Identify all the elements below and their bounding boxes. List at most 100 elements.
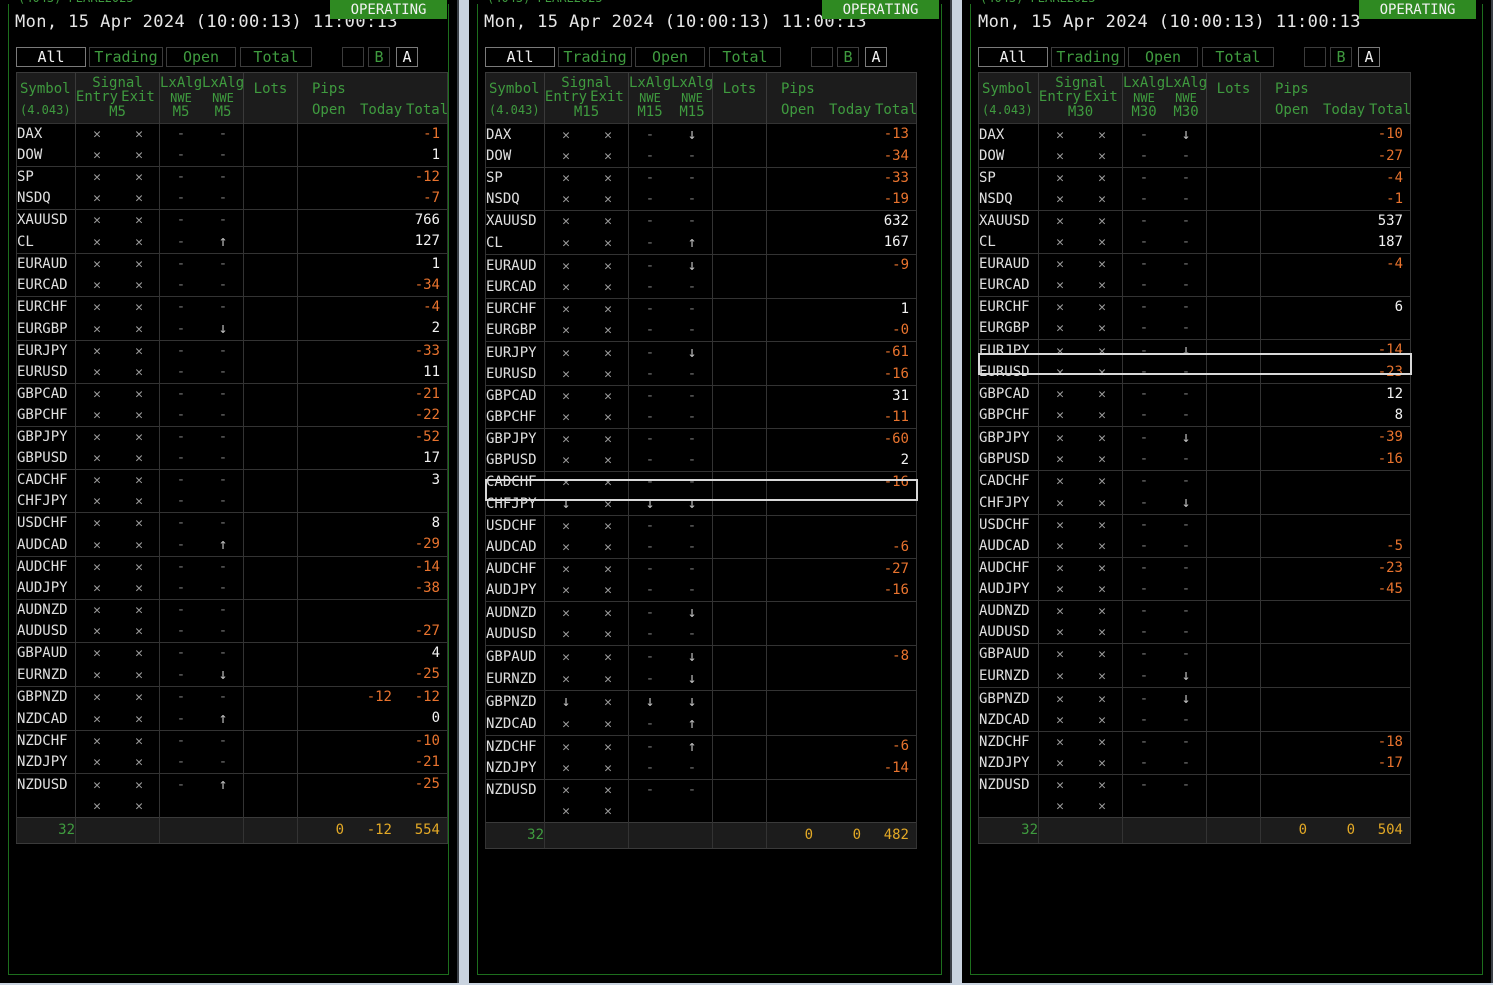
table-row[interactable]: AUDCAD ✕ ✕ - ↑ -29 (16, 534, 448, 557)
table-row[interactable]: EURUSD ✕ ✕ - -11 (16, 362, 448, 384)
filter-trading-button[interactable]: Trading (558, 47, 632, 67)
table-row[interactable]: EURCAD ✕ ✕ - - -34 (16, 275, 448, 297)
side-a-button[interactable]: A (396, 47, 418, 67)
table-row[interactable]: NZDUSD ✕ ✕ - - (485, 779, 917, 801)
table-row[interactable]: GBPCAD ✕ ✕ - -31 (485, 385, 917, 407)
table-row[interactable]: NZDUSD ✕ ✕ - - (978, 774, 1411, 796)
table-row[interactable]: EURAUD ✕ ✕ - ↓ -9 (485, 254, 917, 277)
table-row[interactable]: ✕ ✕ (485, 801, 917, 823)
table-row[interactable]: USDCHF ✕ ✕ - -8 (16, 512, 448, 534)
side-b-button[interactable]: B (837, 47, 859, 67)
table-row[interactable]: SP ✕ ✕ - - -33 (485, 167, 917, 189)
table-row[interactable]: NZDCHF ✕ ✕ - - -10 (16, 730, 448, 752)
table-row[interactable]: EURGBP ✕ ✕ - ↓ 2 (16, 318, 448, 341)
table-row[interactable]: AUDNZD ✕ ✕ - - (978, 600, 1411, 622)
filter-open-button[interactable]: Open (1128, 47, 1198, 67)
symbol-column-header[interactable]: Symbol (4.043) (485, 72, 545, 124)
table-row[interactable]: GBPUSD ✕ ✕ - -17 (16, 448, 448, 470)
table-row[interactable]: AUDUSD ✕ ✕ - - (978, 622, 1411, 644)
table-row[interactable]: SP ✕ ✕ - - -12 (16, 166, 448, 188)
table-row[interactable]: EURAUD ✕ ✕ - -1 (16, 253, 448, 275)
table-row[interactable]: XAUUSD ✕ ✕ - -766 (16, 209, 448, 231)
table-row[interactable]: AUDUSD ✕ ✕ - - -27 (16, 621, 448, 643)
table-row[interactable]: EURCAD ✕ ✕ - - (978, 275, 1411, 297)
table-row[interactable]: GBPCHF ✕ ✕ - - -22 (16, 405, 448, 427)
table-row[interactable]: AUDCHF ✕ ✕ - - -27 (485, 558, 917, 580)
symbol-column-header[interactable]: Symbol (4.043) (16, 72, 76, 124)
lxalg-column-header[interactable]: LxAlg LxAlg NWE NWE M30 M30 (1122, 72, 1207, 124)
table-row[interactable]: GBPAUD ✕ ✕ - ↓ -8 (485, 645, 917, 668)
table-row[interactable]: CADCHF ✕ ✕ - - (978, 470, 1411, 492)
lots-column-header[interactable]: Lots (712, 72, 767, 124)
lots-column-header[interactable]: Lots (243, 72, 298, 124)
table-row[interactable]: GBPNZD ↓ ✕ ↓ ↓ (485, 690, 917, 713)
table-row[interactable]: CL ✕ ✕ - -187 (978, 232, 1411, 254)
table-row[interactable]: NSDQ ✕ ✕ - - -19 (485, 189, 917, 211)
side-a-button[interactable]: A (865, 47, 887, 67)
filter-trading-button[interactable]: Trading (89, 47, 163, 67)
table-row[interactable]: GBPCAD ✕ ✕ - -12 (978, 383, 1411, 405)
table-row[interactable]: EURGBP ✕ ✕ - - -0 (485, 320, 917, 342)
table-row[interactable]: DOW ✕ ✕ - - -34 (485, 146, 917, 168)
table-row[interactable]: NSDQ ✕ ✕ - - -7 (16, 188, 448, 210)
table-row[interactable]: EURCHF ✕ ✕ - - -4 (16, 296, 448, 318)
table-row[interactable]: EURNZD ✕ ✕ - ↓ -25 (16, 664, 448, 687)
table-row[interactable]: CADCHF ✕ ✕ - - -16 (485, 471, 917, 493)
table-row[interactable]: ✕ ✕ (978, 796, 1411, 818)
filter-open-button[interactable]: Open (166, 47, 236, 67)
side-a-button[interactable]: A (1358, 47, 1380, 67)
table-row[interactable]: SP ✕ ✕ - - -4 (978, 167, 1411, 189)
table-row[interactable]: CL ✕ ✕ - ↑ 167 (485, 232, 917, 255)
table-row[interactable]: AUDJPY ✕ ✕ - - -45 (978, 579, 1411, 601)
table-row[interactable]: GBPUSD ✕ ✕ - - -16 (978, 449, 1411, 471)
table-row[interactable]: DAX ✕ ✕ - ↓ -13 (485, 123, 917, 146)
table-row[interactable]: GBPJPY ✕ ✕ - - -52 (16, 426, 448, 448)
table-row[interactable]: EURJPY ✕ ✕ - - -33 (16, 340, 448, 362)
filter-total-button[interactable]: Total (709, 47, 781, 67)
filter-all-button[interactable]: All (485, 47, 555, 67)
table-row[interactable]: AUDJPY ✕ ✕ - - -38 (16, 578, 448, 600)
signal-column-header[interactable]: Signal Entry Exit M5 (75, 72, 160, 124)
side-blank-button[interactable] (811, 47, 833, 67)
table-row[interactable]: GBPUSD ✕ ✕ - -2 (485, 450, 917, 472)
pips-column-header[interactable]: Pips Open Today Total (297, 72, 448, 124)
table-row[interactable]: EURNZD ✕ ✕ - ↓ (978, 665, 1411, 688)
table-row[interactable]: EURJPY ✕ ✕ - ↓ -61 (485, 341, 917, 364)
signal-column-header[interactable]: Signal Entry Exit M30 (1038, 72, 1123, 124)
table-row[interactable]: AUDNZD ✕ ✕ - - (16, 599, 448, 621)
table-row[interactable]: GBPCHF ✕ ✕ - - -11 (485, 407, 917, 429)
side-blank-button[interactable] (1304, 47, 1326, 67)
table-row[interactable]: AUDCHF ✕ ✕ - - -14 (16, 556, 448, 578)
table-row[interactable]: EURAUD ✕ ✕ - - -4 (978, 253, 1411, 275)
filter-total-button[interactable]: Total (240, 47, 312, 67)
table-row[interactable]: EURUSD ✕ ✕ - - -23 (978, 362, 1411, 384)
table-row[interactable]: NZDJPY ✕ ✕ - - -17 (978, 753, 1411, 775)
filter-all-button[interactable]: All (16, 47, 86, 67)
table-row[interactable]: GBPAUD ✕ ✕ - - (978, 643, 1411, 665)
table-row[interactable]: AUDJPY ✕ ✕ - - -16 (485, 580, 917, 602)
table-row[interactable]: EURGBP ✕ ✕ - - (978, 318, 1411, 340)
table-row[interactable]: NZDCHF ✕ ✕ - - -18 (978, 731, 1411, 753)
table-row[interactable]: DOW ✕ ✕ - - -27 (978, 146, 1411, 168)
table-row[interactable]: NZDCAD ✕ ✕ - ↑ 0 (16, 708, 448, 731)
table-row[interactable]: EURCAD ✕ ✕ - - (485, 277, 917, 299)
pips-column-header[interactable]: Pips Open Today Total (1260, 72, 1411, 124)
table-row[interactable]: EURJPY ✕ ✕ - ↓ -14 (978, 339, 1411, 362)
table-row[interactable]: DAX ✕ ✕ - - -1 (16, 123, 448, 145)
table-row[interactable]: EURUSD ✕ ✕ - - -16 (485, 364, 917, 386)
table-row[interactable]: NZDCAD ✕ ✕ - - (978, 710, 1411, 732)
table-row[interactable]: GBPNZD ✕ ✕ - ↓ (978, 687, 1411, 710)
table-row[interactable]: CHFJPY ✕ ✕ - - (16, 491, 448, 513)
table-row[interactable]: GBPNZD ✕ ✕ - - -12 -12 (16, 686, 448, 708)
filter-trading-button[interactable]: Trading (1051, 47, 1125, 67)
filter-total-button[interactable]: Total (1202, 47, 1274, 67)
table-row[interactable]: NZDUSD ✕ ✕ - ↑ -25 (16, 773, 448, 796)
table-row[interactable]: DAX ✕ ✕ - ↓ -10 (978, 123, 1411, 146)
table-row[interactable]: ✕ ✕ (16, 796, 448, 818)
side-blank-button[interactable] (342, 47, 364, 67)
table-row[interactable]: NZDJPY ✕ ✕ - - -21 (16, 752, 448, 774)
table-row[interactable]: GBPAUD ✕ ✕ - -4 (16, 642, 448, 664)
table-row[interactable]: CHFJPY ✕ ✕ - ↓ (978, 492, 1411, 515)
table-row[interactable]: USDCHF ✕ ✕ - - (978, 514, 1411, 536)
lots-column-header[interactable]: Lots (1206, 72, 1261, 124)
